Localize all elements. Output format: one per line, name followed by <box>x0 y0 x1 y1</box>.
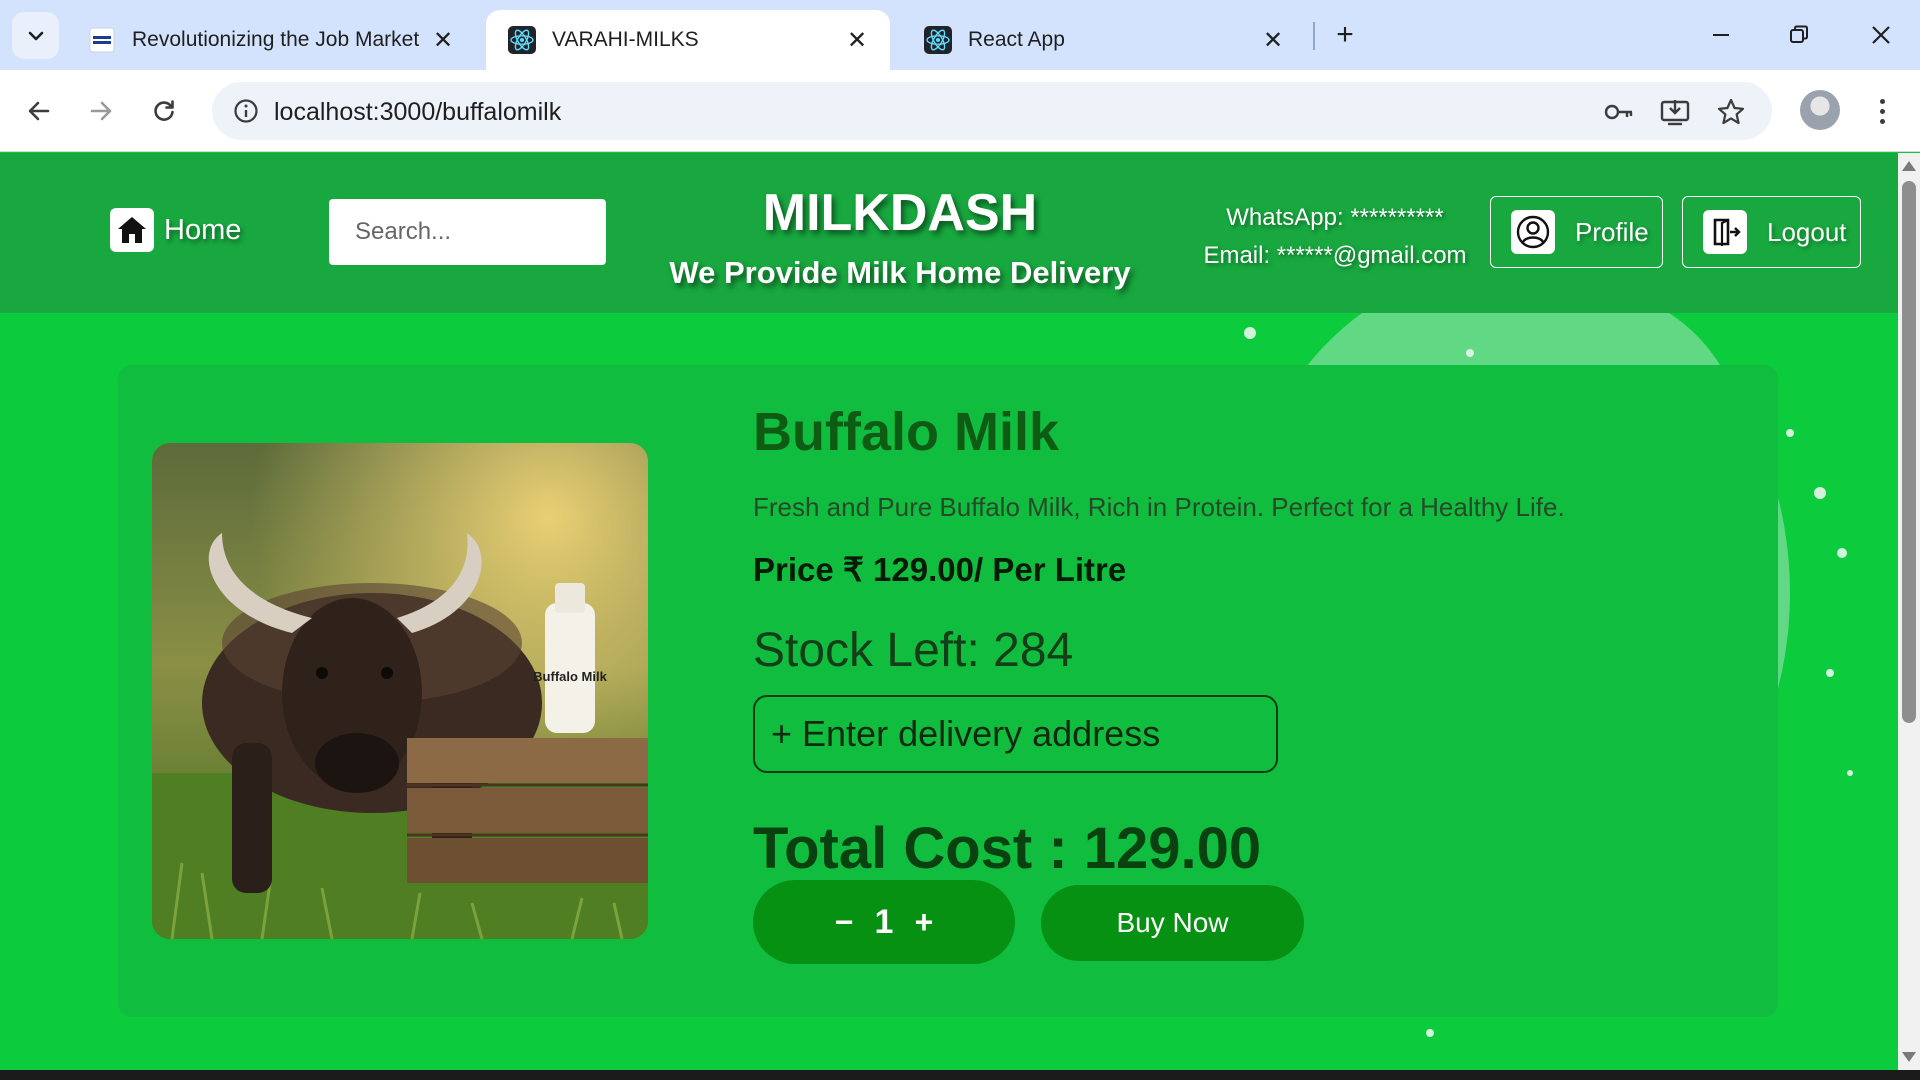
tab-title: Revolutionizing the Job Market <box>132 28 420 51</box>
browser-toolbar: localhost:3000/buffalomilk <box>0 70 1920 152</box>
search-input[interactable] <box>329 199 606 265</box>
reload-icon <box>154 100 174 121</box>
bottom-edge <box>0 1070 1920 1080</box>
profile-label: Profile <box>1575 216 1649 247</box>
close-tab-icon[interactable]: ✕ <box>428 25 458 55</box>
browser-tab-strip: Revolutionizing the Job Market ✕ VARAHI-… <box>0 0 1920 70</box>
home-label: Home <box>164 213 242 246</box>
quantity-stepper: − 1 + <box>753 880 1015 964</box>
brand-title: MILKDASH <box>762 184 1038 242</box>
close-tab-icon[interactable]: ✕ <box>1258 25 1288 55</box>
minimize-icon <box>1713 34 1729 36</box>
address-bar[interactable]: localhost:3000/buffalomilk <box>212 82 1772 140</box>
react-favicon-icon <box>924 26 952 54</box>
profile-button[interactable]: Profile <box>1490 196 1663 268</box>
stock-left: Stock Left: 284 <box>753 624 1074 677</box>
buy-now-button[interactable]: Buy Now <box>1041 885 1304 961</box>
browser-menu-icon[interactable] <box>1864 90 1900 132</box>
delivery-address-input[interactable] <box>753 695 1278 773</box>
quantity-value: 1 <box>874 902 894 941</box>
tab-separator <box>1313 22 1315 50</box>
logout-icon <box>1703 210 1747 254</box>
url-text[interactable]: localhost:3000/buffalomilk <box>274 98 561 127</box>
forward-button[interactable] <box>78 88 124 134</box>
page-content: Home MILKDASH We Provide Milk Home Deliv… <box>0 153 1898 1070</box>
tab-title: VARAHI-MILKS <box>552 28 699 51</box>
close-window-button[interactable] <box>1860 14 1902 56</box>
tab-search-button[interactable] <box>12 12 59 59</box>
browser-tab-3[interactable]: React App ✕ <box>902 10 1306 70</box>
page-scrollbar[interactable] <box>1898 153 1920 1070</box>
scroll-thumb[interactable] <box>1902 181 1916 723</box>
contact-info: WhatsApp: ********** Email: ******@gmail… <box>1190 199 1480 275</box>
close-icon <box>1872 26 1890 44</box>
new-tab-button[interactable]: + <box>1326 16 1364 54</box>
chevron-down-icon <box>28 31 43 40</box>
product-card: Buffalo Milk Buffalo Milk Fresh and Pure… <box>118 365 1778 1017</box>
brand: MILKDASH We Provide Milk Home Delivery <box>640 183 1160 291</box>
restore-icon <box>1790 25 1808 43</box>
arrow-right-icon <box>90 101 112 121</box>
total-cost: Total Cost : 129.00 <box>753 816 1262 881</box>
react-favicon-icon <box>508 26 536 54</box>
logout-button[interactable]: Logout <box>1682 196 1861 268</box>
product-price: Price ₹ 129.00/ Per Litre <box>753 551 1127 588</box>
user-circle-icon <box>1511 210 1555 254</box>
restore-button[interactable] <box>1778 14 1820 56</box>
email-text: Email: ******@gmail.com <box>1203 242 1467 269</box>
arrow-left-icon <box>28 101 50 121</box>
product-description: Fresh and Pure Buffalo Milk, Rich in Pro… <box>753 492 1565 522</box>
password-key-icon[interactable] <box>1602 95 1636 129</box>
home-link[interactable]: Home <box>110 208 241 252</box>
browser-tab-2[interactable]: VARAHI-MILKS ✕ <box>486 10 890 70</box>
bookmark-star-icon[interactable] <box>1714 95 1748 129</box>
browser-tab-1[interactable]: Revolutionizing the Job Market ✕ <box>66 10 476 70</box>
brand-subtitle: We Provide Milk Home Delivery <box>669 255 1131 290</box>
scroll-down-arrow-icon[interactable] <box>1902 1052 1916 1062</box>
bottle-label-text: Buffalo Milk <box>533 669 607 684</box>
site-header: Home MILKDASH We Provide Milk Home Deliv… <box>0 153 1898 313</box>
scroll-up-arrow-icon[interactable] <box>1902 161 1916 171</box>
minimize-button[interactable] <box>1700 14 1742 56</box>
back-button[interactable] <box>16 88 62 134</box>
site-info-icon[interactable] <box>228 93 264 129</box>
close-tab-icon[interactable]: ✕ <box>842 25 872 55</box>
install-app-icon[interactable] <box>1658 95 1692 129</box>
buffalo-milk-image: Buffalo Milk <box>152 443 648 939</box>
profile-avatar[interactable] <box>1800 90 1840 130</box>
logout-label: Logout <box>1767 216 1847 247</box>
nxtwave-favicon-icon <box>88 26 116 54</box>
increment-button[interactable]: + <box>904 904 944 941</box>
decrement-button[interactable]: − <box>824 904 864 941</box>
whatsapp-text: WhatsApp: ********** <box>1226 204 1444 231</box>
reload-button[interactable] <box>141 88 187 134</box>
tab-title: React App <box>968 28 1065 51</box>
product-name: Buffalo Milk <box>753 402 1059 462</box>
home-icon <box>110 208 154 252</box>
